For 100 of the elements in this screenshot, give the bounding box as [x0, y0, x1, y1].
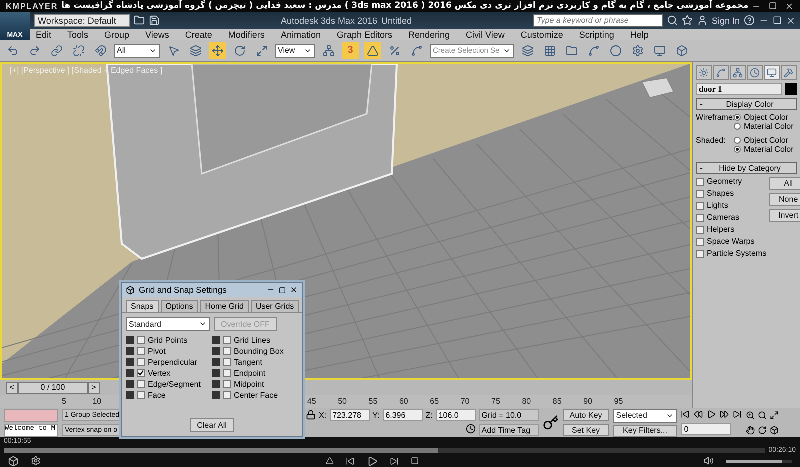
workspace-dropdown[interactable]: Workspace: Default	[34, 14, 130, 27]
rollout-header[interactable]: - Hide by Category	[696, 162, 797, 174]
next-frame-icon[interactable]	[720, 410, 730, 419]
go-to-end-icon[interactable]	[733, 410, 742, 419]
radio-option[interactable]: Object Color	[734, 136, 797, 145]
menu-item[interactable]: Customize	[520, 30, 564, 40]
checkbox[interactable]	[137, 391, 145, 399]
snap-option[interactable]: Edge/Segment	[126, 379, 212, 389]
dialog-tab[interactable]: Home Grid	[200, 300, 249, 312]
snap-option[interactable]: Bounding Box	[212, 346, 298, 356]
menu-item[interactable]: Group	[104, 30, 130, 40]
previous-frame-icon[interactable]	[694, 410, 704, 419]
checkbox[interactable]	[696, 202, 704, 210]
pan-icon[interactable]	[746, 426, 756, 434]
category-checkbox[interactable]: Shapes	[696, 189, 767, 198]
previous-frame-button[interactable]: <	[6, 382, 18, 394]
category-checkbox[interactable]: Space Warps	[696, 237, 767, 246]
user-icon[interactable]	[696, 15, 708, 26]
snap-option[interactable]: Grid Points	[126, 335, 212, 345]
category-checkbox[interactable]: Helpers	[696, 225, 767, 234]
search-field[interactable]: Type a keyword or phrase	[532, 14, 663, 27]
menu-item[interactable]: Graph Editors	[336, 30, 392, 40]
save-icon[interactable]	[149, 15, 160, 26]
snap-option[interactable]: Face	[126, 390, 212, 400]
clear-all-button[interactable]: Clear All	[190, 418, 234, 432]
checkbox[interactable]	[223, 380, 231, 388]
checkbox[interactable]	[137, 358, 145, 366]
sign-in-link[interactable]: Sign In	[712, 16, 740, 26]
stop-icon[interactable]	[411, 457, 419, 465]
key-mode-dropdown[interactable]: Selected	[613, 408, 678, 422]
category-checkbox[interactable]: Particle Systems	[696, 249, 767, 258]
radio-button[interactable]	[734, 123, 741, 130]
checkbox[interactable]	[223, 347, 231, 355]
snap-option[interactable]: Vertex	[126, 368, 212, 378]
menu-item[interactable]: Rendering	[408, 30, 450, 40]
category-button[interactable]: Invert	[768, 209, 800, 222]
add-time-tag-field[interactable]: Add Time Tag	[478, 424, 539, 436]
play-icon[interactable]	[707, 410, 716, 419]
menu-item[interactable]: Modifiers	[228, 30, 265, 40]
checkbox[interactable]	[223, 358, 231, 366]
radio-button[interactable]	[734, 146, 741, 153]
checkbox[interactable]	[137, 347, 145, 355]
maximize-icon[interactable]	[279, 286, 286, 294]
y-coordinate-field[interactable]: 6.396	[382, 409, 423, 421]
checkbox[interactable]	[223, 391, 231, 399]
time-slider-thumb[interactable]: 0 / 100	[18, 382, 88, 394]
menu-item[interactable]: Scripting	[579, 30, 614, 40]
z-coordinate-field[interactable]: 106.0	[436, 409, 476, 421]
current-frame-field[interactable]: 0	[681, 423, 732, 436]
time-tag-icon[interactable]	[466, 424, 476, 434]
auto-key-button[interactable]: Auto Key	[562, 409, 610, 421]
next-icon[interactable]	[390, 456, 399, 466]
category-checkbox[interactable]: Cameras	[696, 213, 767, 222]
close-icon[interactable]	[290, 286, 298, 294]
help-icon[interactable]	[744, 15, 756, 26]
checkbox[interactable]	[137, 369, 145, 377]
snap-option[interactable]: Perpendicular	[126, 357, 212, 367]
orbit-icon[interactable]	[758, 426, 768, 434]
radio-option[interactable]: Material Color	[734, 122, 797, 131]
star-icon[interactable]	[682, 15, 693, 26]
panel-tab[interactable]	[713, 65, 729, 80]
snap-option[interactable]: Grid Lines	[212, 335, 298, 345]
close-icon[interactable]	[784, 2, 794, 10]
play-icon[interactable]	[367, 456, 378, 466]
dialog-tab[interactable]: Options	[160, 300, 198, 312]
panel-tab[interactable]	[764, 65, 780, 80]
snap-preset-dropdown[interactable]: Standard	[126, 317, 210, 331]
panel-tab[interactable]	[696, 65, 712, 80]
checkbox[interactable]	[696, 178, 704, 186]
settings-icon[interactable]	[31, 456, 41, 466]
category-button[interactable]: None	[768, 193, 800, 206]
checkbox[interactable]	[223, 336, 231, 344]
snap-option[interactable]: Midpoint	[212, 379, 298, 389]
object-name-field[interactable]: door 1	[696, 83, 782, 95]
reference-coordinate-dropdown[interactable]: View	[275, 44, 315, 58]
previous-icon[interactable]	[346, 456, 355, 466]
checkbox[interactable]	[137, 380, 145, 388]
key-filters-button[interactable]: Key Filters...	[613, 424, 678, 436]
menu-item[interactable]: Views	[146, 30, 170, 40]
dialog-tab[interactable]: Snaps	[126, 300, 159, 312]
next-frame-button[interactable]: >	[88, 382, 100, 394]
open-icon[interactable]	[134, 15, 145, 26]
checkbox[interactable]	[696, 226, 704, 234]
menu-item[interactable]: Tools	[68, 30, 89, 40]
dialog-tab[interactable]: User Grids	[250, 300, 300, 312]
panel-tab[interactable]	[730, 65, 746, 80]
script-listener-field[interactable]	[4, 408, 58, 422]
caret-icon[interactable]	[199, 320, 207, 328]
category-checkbox[interactable]: Lights	[696, 201, 767, 210]
selection-filter-dropdown[interactable]: All	[114, 44, 160, 58]
zoom-icon[interactable]	[746, 410, 756, 420]
category-checkbox[interactable]: Geometry	[696, 177, 767, 186]
x-coordinate-field[interactable]: 723.278	[330, 409, 370, 421]
radio-option[interactable]: Object Color	[734, 113, 797, 122]
radio-button[interactable]	[734, 114, 741, 121]
go-to-start-icon[interactable]	[681, 410, 690, 419]
checkbox[interactable]	[696, 214, 704, 222]
move-icon[interactable]	[209, 42, 226, 59]
checkbox[interactable]	[137, 336, 145, 344]
checkbox[interactable]	[696, 250, 704, 258]
